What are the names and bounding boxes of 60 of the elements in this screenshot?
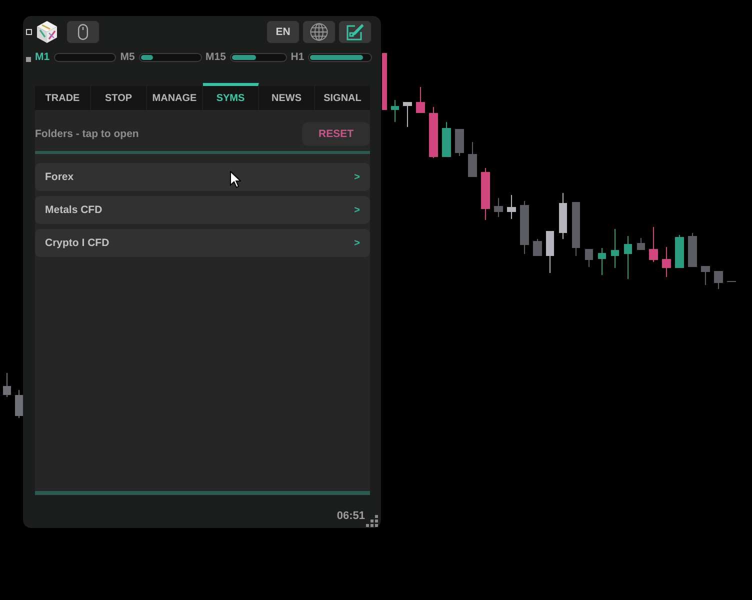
candle xyxy=(611,228,619,268)
cursor-icon xyxy=(230,171,241,188)
progress-track xyxy=(54,53,116,62)
candle xyxy=(637,238,645,250)
candle xyxy=(559,192,567,240)
candle xyxy=(15,390,23,418)
timeframe-label[interactable]: M1 xyxy=(35,52,50,63)
chevron-icon: > xyxy=(354,204,360,216)
edit-icon xyxy=(346,23,364,41)
chevron-icon: > xyxy=(354,172,360,182)
clock-text: 06:51 xyxy=(336,510,365,522)
cube-icon xyxy=(35,20,59,44)
candle xyxy=(688,232,697,268)
candle xyxy=(468,142,477,178)
tab[interactable]: SIGNAL xyxy=(315,83,370,110)
candle xyxy=(3,372,11,398)
candle xyxy=(481,168,490,220)
candle xyxy=(662,246,671,278)
edit-button[interactable] xyxy=(339,21,371,43)
candle xyxy=(585,248,593,268)
candle xyxy=(598,248,606,276)
tab[interactable]: SYMS xyxy=(203,83,259,110)
timeframe-label[interactable]: M15 xyxy=(206,52,226,63)
language-button[interactable]: EN xyxy=(267,21,299,43)
mouse-button[interactable] xyxy=(67,21,99,43)
candle xyxy=(520,200,529,254)
candle xyxy=(416,86,425,114)
candle xyxy=(533,238,542,256)
tab[interactable]: MANAGE xyxy=(147,83,203,110)
candle xyxy=(429,106,438,158)
hint-text: Folders - tap to open xyxy=(35,128,139,140)
square-icon xyxy=(26,57,31,62)
candle xyxy=(382,52,387,110)
candle xyxy=(675,234,684,268)
candle xyxy=(624,236,632,280)
folder-row[interactable]: Crypto I CFD > xyxy=(35,229,370,257)
candle xyxy=(442,122,451,158)
square-icon[interactable] xyxy=(26,29,32,35)
globe-icon xyxy=(310,23,328,41)
folder-row[interactable]: Forex > xyxy=(35,163,370,191)
candle xyxy=(391,100,399,122)
timeframe-label[interactable]: H1 xyxy=(290,52,304,63)
candle xyxy=(455,128,464,156)
tab[interactable]: TRADE xyxy=(35,83,91,110)
chevron-icon: > xyxy=(354,238,360,248)
timeframe-label[interactable]: M5 xyxy=(120,52,135,63)
candle xyxy=(546,230,554,274)
candle xyxy=(714,270,723,290)
candle xyxy=(701,266,710,286)
folder-row[interactable]: Metals CFD > xyxy=(35,196,370,224)
candle xyxy=(494,198,503,218)
tab[interactable]: STOP xyxy=(91,83,147,110)
tab[interactable]: NEWS xyxy=(259,83,315,110)
candle xyxy=(649,226,658,262)
resize-grip-icon[interactable] xyxy=(366,515,378,527)
globe-button[interactable] xyxy=(303,21,335,43)
mouse-icon xyxy=(78,24,88,40)
candle xyxy=(572,202,580,256)
candle xyxy=(403,102,412,128)
candle xyxy=(507,194,516,220)
